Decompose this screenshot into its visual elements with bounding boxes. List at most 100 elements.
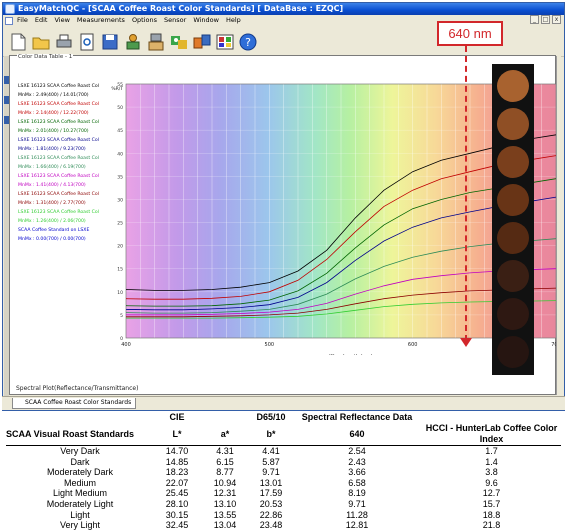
- table-row: Light Medium 25.45 12.31 17.59 8.19 12.7: [6, 488, 561, 499]
- th-top-0: [6, 412, 154, 423]
- table-cell: 2.54: [348, 446, 366, 456]
- swatch-moderately-light: [497, 146, 529, 178]
- measure-icon[interactable]: [146, 32, 166, 52]
- legend-entry-2-name: LSXE 16123 SCAA Coffee Roast Col: [18, 102, 99, 107]
- legend-entry-1-name: LSXE 16123 SCAA Coffee Roast Col: [18, 84, 99, 89]
- menu-options[interactable]: Options: [132, 15, 157, 26]
- plot-legend: LSXE 16123 SCAA Coffee Roast Col MnMx : …: [18, 82, 126, 244]
- th-top-spectral: Spectral Reflectance Data: [301, 412, 413, 422]
- table-cell: 6.15: [216, 456, 234, 467]
- document-tab-bar: SCAA Coffee Roast Color Standards: [2, 396, 565, 410]
- menu-edit[interactable]: Edit: [35, 15, 48, 26]
- plot-footer-label: Spectral Plot(Reflectance/Transmittance): [16, 385, 139, 392]
- cell-roast-name: Light Medium: [52, 488, 108, 499]
- standards-icon[interactable]: [169, 32, 189, 52]
- open-folder-icon[interactable]: [31, 32, 51, 52]
- close-button[interactable]: x: [552, 15, 561, 24]
- legend-entry-7-name: LSXE 16123 SCAA Coffee Roast Col: [18, 192, 99, 197]
- table-cell: 4.41: [262, 446, 280, 456]
- legend-entry-3-values: MnMx : 2.01(400) / 10.27(700): [18, 129, 89, 134]
- callout-arrow-head: [460, 338, 472, 347]
- x-axis-label: Wavelength (nm): [329, 354, 372, 355]
- tab-scaa-roast-standards[interactable]: SCAA Coffee Roast Color Standards: [12, 398, 137, 409]
- menu-view[interactable]: View: [54, 15, 69, 26]
- th-l-star: L*: [154, 423, 200, 446]
- table-cell: 6.58: [348, 477, 366, 488]
- window-title: EasyMatchQC - [SCAA Coffee Roast Color S…: [18, 4, 344, 13]
- th-top-cie: CIE: [169, 412, 185, 422]
- table-cell: 14.85: [165, 456, 189, 467]
- legend-entry-8-values: MnMx : 1.26(400) / 2.06(700): [18, 219, 86, 224]
- cell-roast-name: Moderately Dark: [46, 467, 114, 478]
- th-b-star: b*: [250, 423, 292, 446]
- table-row: Moderately Light 28.10 13.10 20.53 9.71 15.7: [6, 499, 561, 510]
- menu-file[interactable]: File: [17, 15, 28, 26]
- new-file-icon[interactable]: [8, 32, 28, 52]
- table-cell: 18.23: [165, 467, 189, 478]
- table-cell: 30.15: [165, 509, 189, 520]
- table-cell: 1.4: [485, 456, 498, 467]
- legend-entry-3-name: LSXE 16123 SCAA Coffee Roast Col: [18, 120, 99, 125]
- legend-entry-2-values: MnMx : 2.14(400) / 12.22(700): [18, 111, 89, 116]
- table-cell: 20.53: [259, 498, 283, 509]
- x-tick-label: 600: [408, 342, 418, 348]
- table-cell: 10.94: [213, 477, 237, 488]
- menu-sensor[interactable]: Sensor: [164, 15, 186, 26]
- table-cell: 13.01: [259, 477, 283, 488]
- cell-roast-name: Very Light: [59, 520, 101, 531]
- minimize-button[interactable]: _: [530, 15, 539, 24]
- table-row: Very Light 32.45 13.04 23.48 12.81 21.8: [6, 520, 561, 531]
- print-preview-icon[interactable]: [77, 32, 97, 52]
- table-row: Dark 14.85 6.15 5.87 2.43 1.4: [6, 457, 561, 468]
- table-cell: 8.19: [348, 488, 366, 499]
- table-cell: 22.86: [259, 509, 283, 520]
- document-icon[interactable]: [5, 17, 13, 25]
- swatch-moderately-dark: [497, 260, 529, 292]
- table-cell: 15.7: [482, 498, 501, 509]
- panel-label: Color Data Table - 1: [17, 54, 74, 60]
- color-palette-icon[interactable]: [215, 32, 235, 52]
- print-icon[interactable]: [54, 32, 74, 52]
- cell-roast-name: Very Dark: [60, 446, 100, 456]
- y-tick-label: 10: [117, 290, 123, 296]
- table-cell: 28.10: [165, 498, 189, 509]
- wavelength-callout: 640 nm: [437, 21, 503, 46]
- table-cell: 21.8: [482, 520, 501, 531]
- legend-entry-8-name: LSXE 16123 SCAA Coffee Roast Col: [18, 210, 99, 215]
- coffee-swatch-strip: [492, 64, 534, 375]
- restore-button[interactable]: □: [541, 15, 550, 24]
- save-icon[interactable]: [100, 32, 120, 52]
- table-cell: 11.28: [346, 509, 368, 520]
- table-row: Light 30.15 13.55 22.86 11.28 18.8: [6, 510, 561, 521]
- menu-window[interactable]: Window: [193, 15, 219, 26]
- swatch-dark: [497, 298, 529, 330]
- table-cell: 17.59: [259, 488, 283, 499]
- cell-roast-name: Light: [70, 509, 90, 520]
- th-top-d65: D65/10: [256, 412, 286, 422]
- swatch-light-medium: [497, 184, 529, 216]
- cell-roast-name: Dark: [70, 456, 90, 467]
- table-cell: 13.55: [213, 509, 237, 520]
- sensor-icon[interactable]: [123, 32, 143, 52]
- help-icon[interactable]: ?: [238, 32, 258, 52]
- table-cell: 12.81: [345, 520, 369, 531]
- th-640: 640: [292, 423, 422, 446]
- app-icon: [5, 4, 15, 14]
- table-cell: 3.8: [485, 467, 498, 478]
- samples-icon[interactable]: [192, 32, 212, 52]
- roast-data-table: CIE D65/10 Spectral Reflectance Data SCA…: [6, 412, 561, 531]
- right-scroll-strip[interactable]: [556, 56, 561, 395]
- menu-measurements[interactable]: Measurements: [77, 15, 125, 26]
- tab-label: SCAA Coffee Roast Color Standards: [25, 399, 132, 406]
- table-cell: 9.6: [485, 477, 498, 488]
- table-row: Medium 22.07 10.94 13.01 6.58 9.6: [6, 478, 561, 489]
- legend-entry-1-values: MnMx : 2.49(400) / 14.01(700): [18, 93, 89, 98]
- menu-help[interactable]: Help: [226, 15, 241, 26]
- legend-entry-6-values: MnMx : 1.41(400) / 4.13(700): [18, 183, 86, 188]
- legend-entry-9-name: SCAA Coffee Standard on LSXE: [18, 228, 90, 233]
- legend-entry-4-name: LSXE 16123 SCAA Coffee Roast Col: [18, 138, 99, 143]
- table-cell: 32.45: [165, 520, 189, 531]
- swatch-very-dark: [497, 336, 529, 368]
- legend-entry-9-values: MnMx : 0.00(700) / 0.00(700): [18, 237, 86, 242]
- legend-entry-4-values: MnMx : 1.81(400) / 9.23(700): [18, 147, 86, 152]
